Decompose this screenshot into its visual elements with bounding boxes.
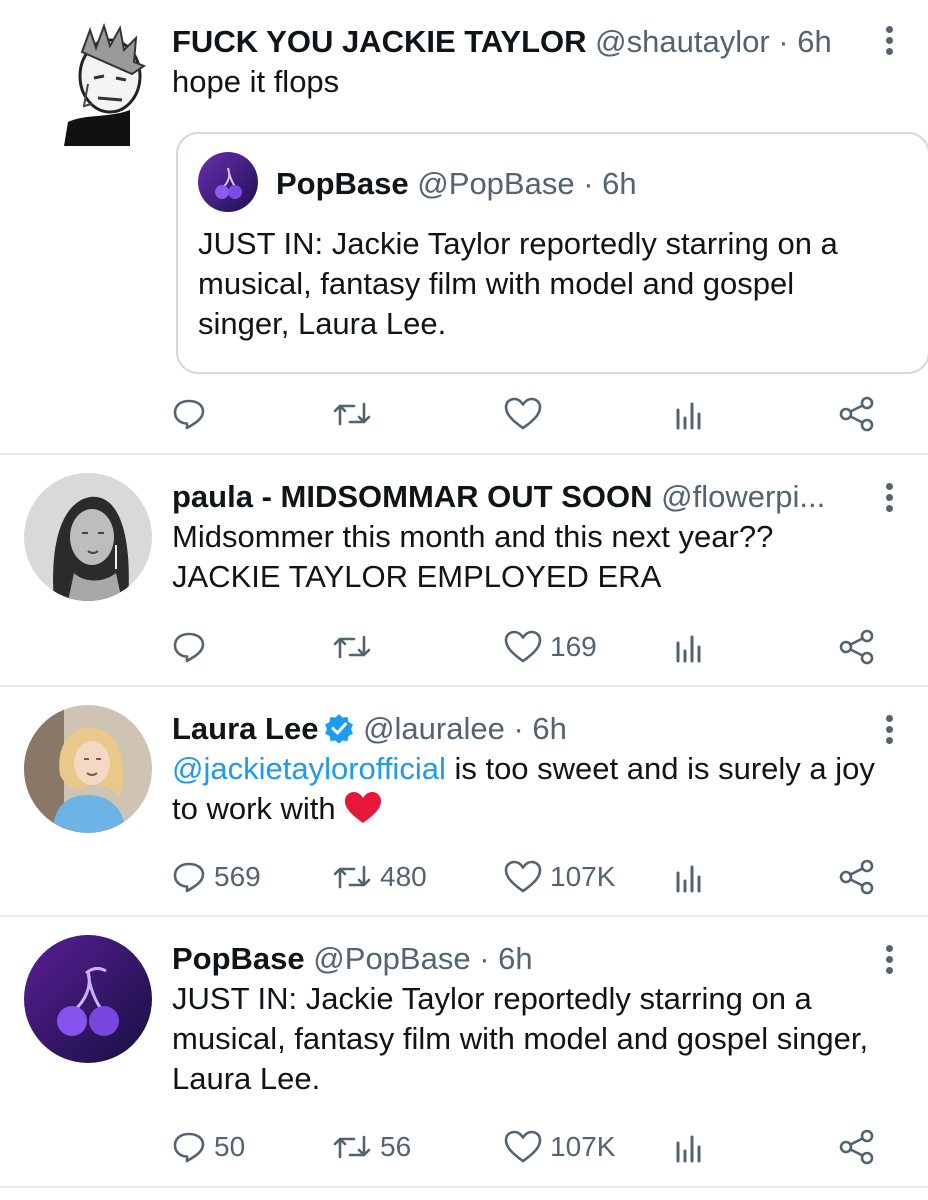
quote-display-name[interactable]: PopBase <box>276 166 409 201</box>
analytics-button[interactable] <box>674 857 704 897</box>
mention-link[interactable]: @jackietaylorofficial <box>172 751 446 786</box>
tweet-1[interactable]: FUCK YOU JACKIE TAYLOR @shautaylor · 6h … <box>0 0 928 455</box>
share-icon <box>839 396 874 432</box>
tweet-header: FUCK YOU JACKIE TAYLOR @shautaylor · 6h <box>172 22 888 62</box>
retweet-count: 56 <box>380 1131 412 1162</box>
tweet-actions: 50 56 107K <box>172 1127 888 1167</box>
tweet-3[interactable]: Laura Lee @lauralee · 6h @jackietaylorof… <box>0 687 928 917</box>
tweet-2[interactable]: paula - MIDSOMMAR OUT SOON @flowerpi... … <box>0 455 928 687</box>
reply-count: 50 <box>214 1131 246 1162</box>
reply-button[interactable] <box>172 394 214 434</box>
display-name[interactable]: paula - MIDSOMMAR OUT SOON <box>172 479 653 514</box>
display-name[interactable]: FUCK YOU JACKIE TAYLOR <box>172 24 587 59</box>
analytics-button[interactable] <box>674 627 704 667</box>
more-vertical-icon[interactable] <box>882 26 896 59</box>
separator: · <box>470 941 499 976</box>
share-button[interactable] <box>838 627 876 667</box>
separator: · <box>769 24 798 59</box>
share-icon <box>839 629 874 665</box>
like-button[interactable]: 107K <box>504 857 615 897</box>
quote-separator: · <box>574 166 603 201</box>
reply-count: 569 <box>214 861 261 892</box>
retweet-icon <box>333 402 371 426</box>
reply-button[interactable]: 569 <box>172 857 261 897</box>
share-button[interactable] <box>838 857 876 897</box>
reply-icon <box>173 399 205 430</box>
avatar-popbase-quote[interactable] <box>198 152 258 212</box>
like-button[interactable] <box>504 394 550 434</box>
analytics-button[interactable] <box>674 1127 704 1167</box>
tweet-actions: 169 <box>172 627 888 667</box>
more-vertical-icon[interactable] <box>882 945 896 978</box>
handle[interactable]: @flowerpi... <box>661 479 825 514</box>
reply-icon <box>173 632 205 663</box>
heart-icon <box>504 630 542 663</box>
reply-icon <box>173 1132 205 1163</box>
handle[interactable]: @shautaylor <box>595 24 770 59</box>
tweet-text: @jackietaylorofficial is too sweet and i… <box>172 749 888 829</box>
like-count: 107K <box>550 1131 616 1162</box>
share-icon <box>839 1129 874 1165</box>
red-heart-emoji <box>345 792 382 823</box>
avatar-popbase[interactable] <box>24 935 152 1063</box>
analytics-icon <box>676 1135 701 1163</box>
timestamp[interactable]: 6h <box>498 941 532 976</box>
retweet-button[interactable] <box>332 394 380 434</box>
like-button[interactable]: 107K <box>504 1127 615 1167</box>
more-vertical-icon[interactable] <box>882 483 896 516</box>
reply-button[interactable]: 50 <box>172 1127 245 1167</box>
avatar-shautaylor[interactable] <box>24 18 152 146</box>
tweet-text: hope it flops <box>172 64 340 99</box>
like-count: 169 <box>550 631 597 662</box>
like-button[interactable]: 169 <box>504 627 597 667</box>
retweet-button[interactable]: 480 <box>332 857 427 897</box>
timestamp[interactable]: 6h <box>532 711 566 746</box>
avatar-paula[interactable] <box>24 473 152 601</box>
share-button[interactable] <box>838 1127 876 1167</box>
analytics-icon <box>676 865 701 893</box>
analytics-icon <box>676 635 701 663</box>
quote-header: PopBase @PopBase · 6h <box>276 164 908 204</box>
verified-badge-icon <box>325 714 354 743</box>
retweet-icon <box>333 635 371 659</box>
display-name[interactable]: PopBase <box>172 941 305 976</box>
separator: · <box>504 711 533 746</box>
more-vertical-icon[interactable] <box>882 715 896 748</box>
tweet-actions <box>172 394 888 434</box>
retweet-button[interactable]: 56 <box>332 1127 411 1167</box>
reply-icon <box>173 862 205 893</box>
retweet-icon <box>333 1135 371 1159</box>
heart-icon <box>504 397 542 430</box>
share-icon <box>839 859 874 895</box>
quote-text: JUST IN: Jackie Taylor reportedly starri… <box>198 226 838 341</box>
quote-timestamp[interactable]: 6h <box>602 166 636 201</box>
quoted-tweet[interactable]: PopBase @PopBase · 6h JUST IN: Jackie Ta… <box>176 132 928 374</box>
display-name[interactable]: Laura Lee <box>172 711 318 746</box>
tweet-header: paula - MIDSOMMAR OUT SOON @flowerpi... <box>172 477 888 517</box>
tweet-text-line-2: JACKIE TAYLOR EMPLOYED ERA <box>172 559 662 594</box>
tweet-text-line-1: Midsommer this month and this next year?… <box>172 519 774 554</box>
quote-handle[interactable]: @PopBase <box>417 166 574 201</box>
retweet-icon <box>333 865 371 889</box>
heart-icon <box>504 860 542 893</box>
like-count: 107K <box>550 861 616 892</box>
share-button[interactable] <box>838 394 876 434</box>
tweet-header: Laura Lee @lauralee · 6h <box>172 709 888 749</box>
handle[interactable]: @PopBase <box>313 941 470 976</box>
timestamp[interactable]: 6h <box>797 24 831 59</box>
retweet-button[interactable] <box>332 627 380 667</box>
retweet-count: 480 <box>380 861 427 892</box>
tweet-text: JUST IN: Jackie Taylor reportedly starri… <box>172 981 869 1096</box>
reply-button[interactable] <box>172 627 214 667</box>
tweet-actions: 569 480 107K <box>172 857 888 897</box>
handle[interactable]: @lauralee <box>363 711 505 746</box>
avatar-lauralee[interactable] <box>24 705 152 833</box>
tweet-header: PopBase @PopBase · 6h <box>172 939 888 979</box>
tweet-4[interactable]: PopBase @PopBase · 6h JUST IN: Jackie Ta… <box>0 917 928 1188</box>
analytics-icon <box>676 402 701 430</box>
analytics-button[interactable] <box>674 394 704 434</box>
heart-icon <box>504 1130 542 1163</box>
